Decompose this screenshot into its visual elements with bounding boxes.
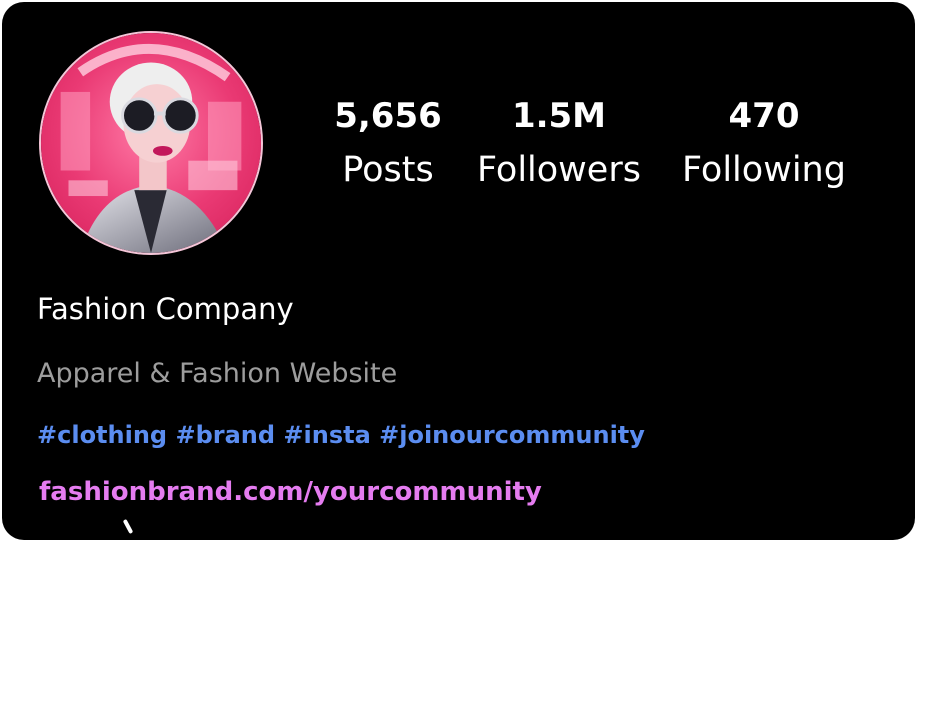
posts-label: Posts	[342, 150, 434, 190]
followers-count: 1.5M	[511, 96, 607, 136]
profile-name: Fashion Company	[37, 292, 294, 326]
following-count: 470	[728, 96, 800, 136]
profile-avatar[interactable]	[39, 31, 263, 255]
posts-count: 5,656	[334, 96, 442, 136]
profile-hashtags[interactable]: #clothing #brand #insta #joinourcommunit…	[37, 418, 645, 452]
profile-card: 5,656 Posts 1.5M Followers 470 Following…	[2, 2, 915, 540]
profile-category: Apparel & Fashion Website	[37, 358, 398, 389]
following-label: Following	[682, 150, 846, 190]
avatar-image-icon	[41, 33, 261, 253]
followers-label: Followers	[477, 150, 641, 190]
profile-link[interactable]: fashionbrand.com/yourcommunity	[39, 474, 542, 510]
stat-following[interactable]: 470 Following	[674, 94, 854, 192]
stat-posts[interactable]: 5,656 Posts	[325, 94, 451, 192]
stat-followers[interactable]: 1.5M Followers	[472, 94, 646, 192]
cursor-mark	[122, 518, 134, 535]
